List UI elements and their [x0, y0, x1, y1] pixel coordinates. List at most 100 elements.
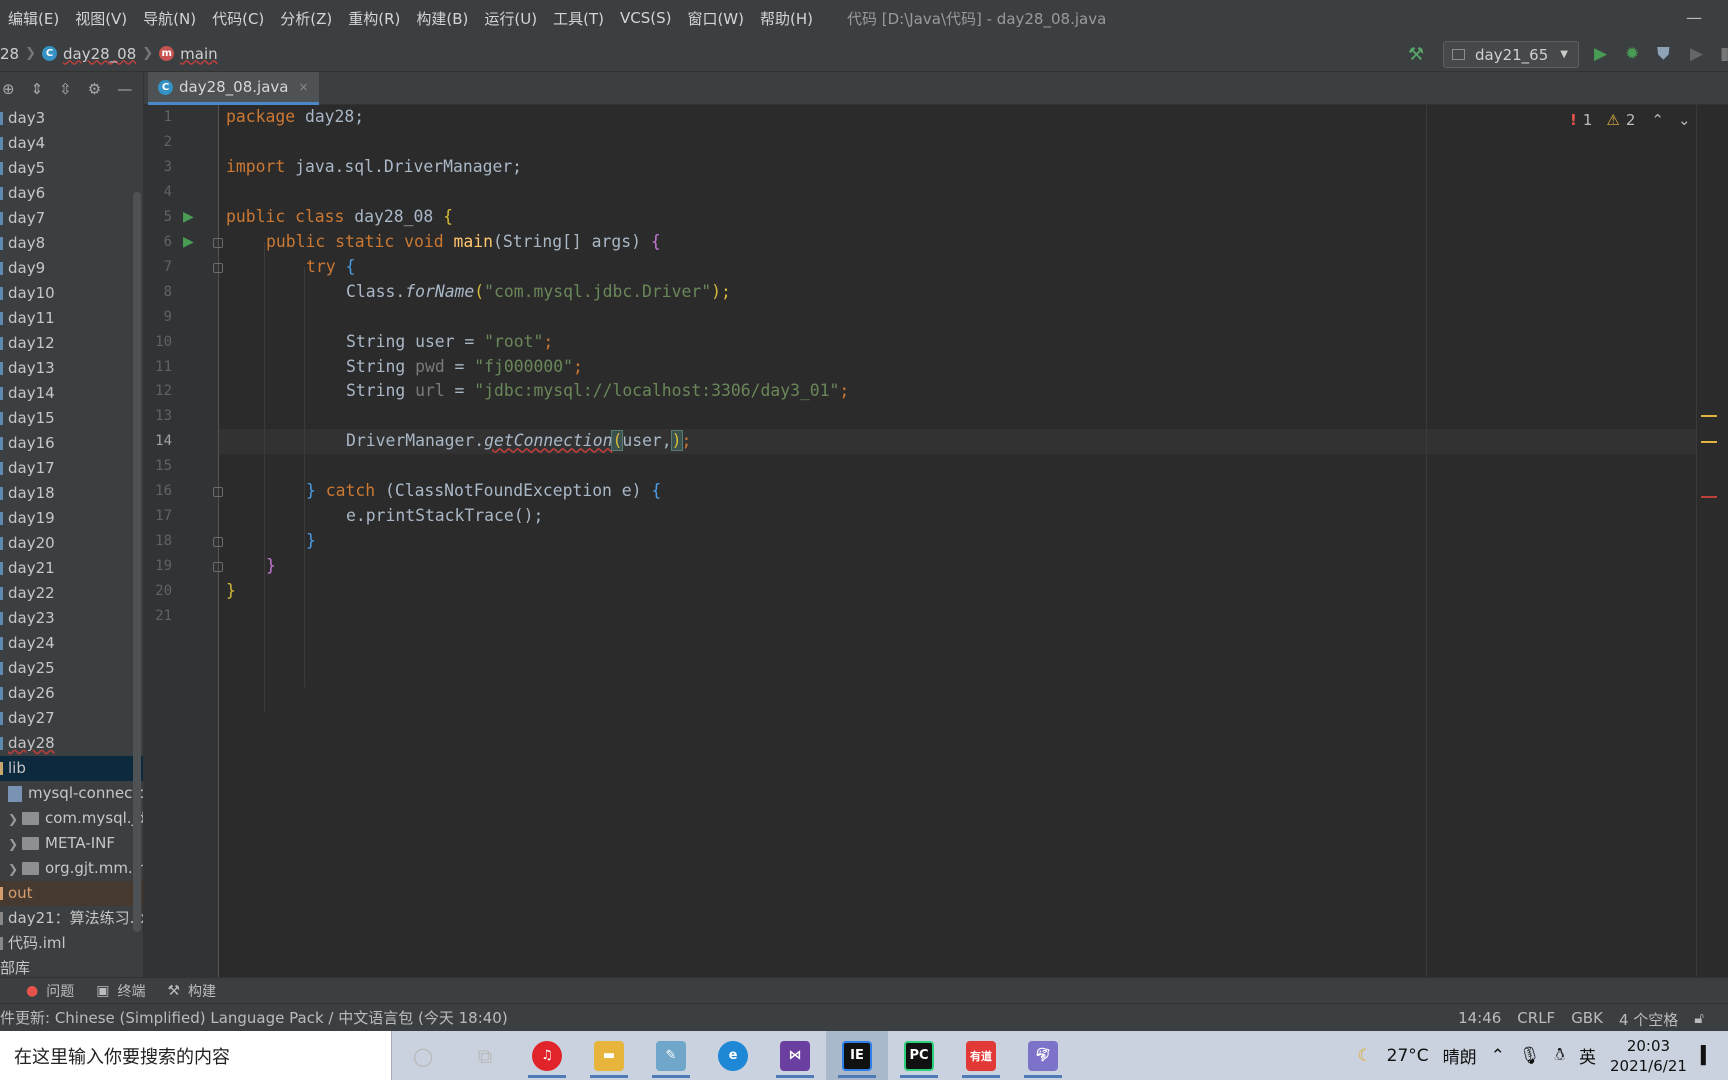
taskbar-file-explorer[interactable]: ▬	[578, 1031, 640, 1080]
menu-navigate[interactable]: 导航(N)	[135, 8, 204, 29]
indent-setting[interactable]: 4 个空格	[1619, 1009, 1678, 1030]
tree-item-day[interactable]: day27	[0, 706, 143, 731]
coverage-icon[interactable]: ⛊	[1657, 44, 1670, 64]
tree-item-day[interactable]: day18	[0, 481, 143, 506]
run-gutter-icon[interactable]: ▶	[183, 209, 194, 225]
fold-icon[interactable]	[213, 237, 223, 248]
tree-item-day[interactable]: day19	[0, 506, 143, 531]
run-gutter-icon[interactable]: ▶	[183, 234, 194, 250]
tree-item-day[interactable]: day17	[0, 456, 143, 481]
tree-item-day[interactable]: day24	[0, 631, 143, 656]
weather-condition[interactable]: 晴朗	[1443, 1043, 1477, 1068]
ime-indicator[interactable]: 英	[1579, 1043, 1596, 1068]
tree-item-day[interactable]: day5	[0, 156, 143, 181]
task-view-button[interactable]: ⧉	[454, 1031, 516, 1080]
tree-item-day[interactable]: day20	[0, 531, 143, 556]
gear-icon[interactable]: ⚙	[88, 80, 101, 98]
menu-help[interactable]: 帮助(H)	[752, 8, 821, 29]
tree-item-day[interactable]: day14	[0, 381, 143, 406]
tree-item-lib[interactable]: lib	[0, 756, 143, 781]
run-icon[interactable]: ▶	[1594, 44, 1607, 64]
menu-vcs[interactable]: VCS(S)	[612, 9, 679, 27]
taskbar-search[interactable]: 在这里输入你要搜索的内容	[0, 1031, 392, 1080]
expand-all-icon[interactable]: ⇕	[31, 80, 44, 98]
qq-icon[interactable]: 🐧︎	[1555, 1045, 1565, 1067]
tree-item-txt[interactable]: day21：算法练习.tx	[0, 906, 143, 931]
tab-day28-08[interactable]: C day28_08.java ×	[148, 72, 319, 105]
fold-icon[interactable]	[213, 537, 223, 548]
tool-window-problems[interactable]: ● 问题	[26, 981, 74, 1001]
profile-icon[interactable]: ▶	[1690, 44, 1703, 64]
cortana-button[interactable]: ○	[392, 1031, 454, 1080]
notification-icon[interactable]: ▍	[1701, 1046, 1714, 1066]
tree-item-day[interactable]: day25	[0, 656, 143, 681]
tree-item-day[interactable]: day15	[0, 406, 143, 431]
taskbar-visual-studio[interactable]: ⋈	[764, 1031, 826, 1080]
run-configuration-select[interactable]: day21_65 ▼	[1443, 41, 1579, 68]
fold-icon[interactable]	[213, 262, 223, 273]
chevron-right-icon[interactable]: ❯	[8, 857, 22, 882]
hide-panel-icon[interactable]: —	[117, 80, 132, 98]
build-hammer-icon[interactable]: ⚒	[1408, 44, 1424, 65]
code-editor[interactable]: 1 2 3 4 5 6 7 8 9 10 11 12 13 14 15 16 17 18 19 20 21 ▶ ▶ pack…	[144, 105, 1728, 977]
chevron-right-icon[interactable]: ❯	[8, 807, 22, 832]
tree-item-day[interactable]: day9	[0, 256, 143, 281]
taskbar-clock[interactable]: 20:03 2021/6/21	[1610, 1036, 1687, 1076]
more-icon[interactable]: ▮	[1720, 44, 1728, 64]
tree-item-day[interactable]: day4	[0, 131, 143, 156]
microphone-icon[interactable]: 🎙︎	[1519, 1046, 1541, 1066]
tree-item-iml[interactable]: 代码.iml	[0, 931, 143, 956]
close-icon[interactable]: ×	[298, 80, 308, 94]
error-stripe[interactable]	[1696, 105, 1728, 977]
menu-tools[interactable]: 工具(T)	[545, 8, 612, 29]
caret-position[interactable]: 14:46	[1458, 1009, 1501, 1030]
taskbar-pycharm[interactable]: PC	[888, 1031, 950, 1080]
tree-item-out[interactable]: out	[0, 881, 143, 906]
tree-item-jar[interactable]: mysql-connecto	[0, 781, 143, 806]
menu-run[interactable]: 运行(U)	[476, 8, 545, 29]
breadcrumb-class[interactable]: day28_08	[63, 45, 136, 63]
taskbar-intellij[interactable]: IE	[826, 1031, 888, 1080]
tree-item-day[interactable]: day26	[0, 681, 143, 706]
taskbar-netease-music[interactable]: ♫	[516, 1031, 578, 1080]
warning-mark[interactable]	[1701, 415, 1717, 417]
tool-window-terminal[interactable]: ▣ 终端	[96, 981, 145, 1001]
tree-item-day[interactable]: day21	[0, 556, 143, 581]
inspection-widget[interactable]: ! 1 ⚠ 2 ⌃ ⌄	[1570, 111, 1691, 129]
chevron-down-icon[interactable]: ⌄	[1678, 111, 1691, 129]
tree-item-day[interactable]: day22	[0, 581, 143, 606]
tree-item-day[interactable]: day3	[0, 106, 143, 131]
tree-item-day[interactable]: day6	[0, 181, 143, 206]
menu-analyze[interactable]: 分析(Z)	[272, 8, 340, 29]
menu-refactor[interactable]: 重构(R)	[340, 8, 408, 29]
tree-item-external-libs[interactable]: 部库	[0, 956, 143, 977]
menu-code[interactable]: 代码(C)	[204, 8, 272, 29]
taskbar-notepad[interactable]: ✎	[640, 1031, 702, 1080]
scrollbar[interactable]	[133, 192, 141, 932]
warning-mark[interactable]	[1701, 441, 1717, 443]
error-mark[interactable]	[1701, 496, 1717, 498]
collapse-all-icon[interactable]: ⇳	[59, 80, 72, 98]
chevron-up-icon[interactable]: ⌃	[1491, 1046, 1505, 1066]
menu-view[interactable]: 视图(V)	[67, 8, 135, 29]
menu-window[interactable]: 窗口(W)	[679, 8, 752, 29]
locate-icon[interactable]: ⊕	[2, 80, 15, 98]
menu-build[interactable]: 构建(B)	[408, 8, 476, 29]
tree-item-day[interactable]: day13	[0, 356, 143, 381]
chevron-up-icon[interactable]: ⌃	[1651, 111, 1664, 129]
breadcrumb-method[interactable]: main	[180, 45, 217, 63]
tree-item-day[interactable]: day12	[0, 331, 143, 356]
lock-icon[interactable]: 🔓︎	[1694, 1009, 1704, 1030]
taskbar-edge[interactable]: e	[702, 1031, 764, 1080]
file-encoding[interactable]: GBK	[1571, 1009, 1603, 1030]
tree-item-day[interactable]: day28	[0, 731, 143, 756]
debug-icon[interactable]: ✹	[1625, 44, 1639, 64]
tool-window-build[interactable]: ⚒ 构建	[167, 981, 216, 1001]
menu-edit[interactable]: 编辑(E)	[0, 8, 67, 29]
minimize-button[interactable]: —	[1686, 8, 1702, 27]
tree-item-day[interactable]: day10	[0, 281, 143, 306]
tree-item-package[interactable]: ❯ META-INF	[0, 831, 143, 856]
tree-item-package[interactable]: ❯ org.gjt.mm.m	[0, 856, 143, 881]
status-message[interactable]: 件更新: Chinese (Simplified) Language Pack …	[0, 1007, 508, 1028]
taskbar-dolphin[interactable]: 🐬︎	[1012, 1031, 1074, 1080]
